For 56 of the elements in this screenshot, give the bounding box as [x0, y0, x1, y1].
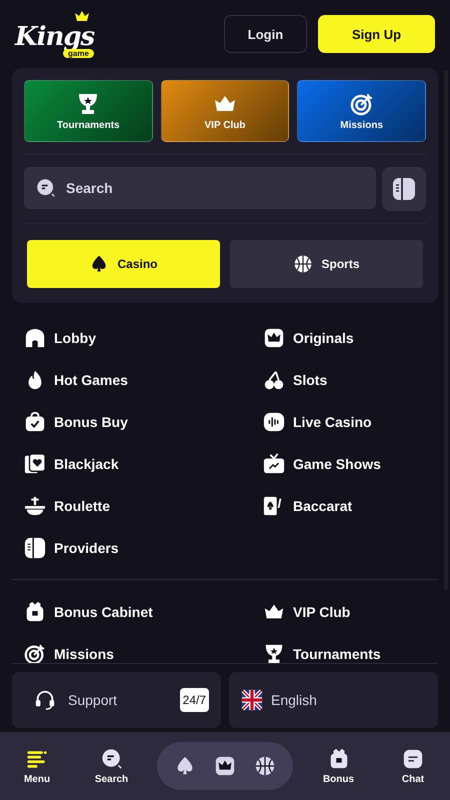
menu-item[interactable]: Blackjack [24, 443, 263, 485]
nav-button[interactable]: Chat [384, 748, 442, 784]
menu-item[interactable]: VIP Club [263, 591, 430, 633]
quick-link-tile[interactable]: VIP Club [160, 80, 290, 142]
menu-item[interactable]: Live Casino [263, 401, 430, 443]
trophy-icon [263, 643, 285, 663]
panel-icon [24, 537, 46, 559]
menu-item[interactable]: Missions [24, 633, 263, 663]
menu-item[interactable]: Baccarat [263, 485, 430, 527]
sports-shortcut[interactable] [254, 755, 276, 777]
menu-item[interactable]: Game Shows [263, 443, 430, 485]
panel-toggle-button[interactable] [382, 167, 426, 211]
login-button[interactable]: Login [224, 15, 307, 53]
search-icon [36, 178, 56, 198]
menu-item[interactable]: Bonus Cabinet [24, 591, 263, 633]
menu-item[interactable]: Tournaments [263, 633, 430, 663]
hours-badge: 24/7 [180, 688, 209, 712]
search-icon [100, 748, 122, 770]
signup-button[interactable]: Sign Up [318, 15, 435, 53]
nav-button[interactable]: Search [82, 748, 140, 784]
language-button[interactable]: English [229, 672, 438, 728]
roulette-icon [24, 495, 46, 517]
menu-item[interactable]: Bonus Buy [24, 401, 263, 443]
target-icon [24, 643, 46, 663]
chat-icon [402, 748, 424, 770]
bag-icon [24, 411, 46, 433]
tv-icon [263, 453, 285, 475]
menu-item[interactable]: Hot Games [24, 359, 263, 401]
search-field[interactable]: Search [24, 167, 376, 209]
quick-link-tile[interactable]: Missions [297, 80, 426, 142]
headset-icon [34, 689, 56, 711]
originals-shortcut[interactable] [214, 755, 236, 777]
menu-item[interactable]: Roulette [24, 485, 263, 527]
support-button[interactable]: Support 24/7 [12, 672, 221, 728]
ball-icon [293, 254, 314, 274]
quick-link-tile[interactable]: Tournaments [24, 80, 153, 142]
nav-button[interactable]: Bonus [310, 748, 368, 784]
cards-icon [24, 453, 46, 475]
menu-item[interactable]: Providers [24, 527, 263, 569]
menu-item[interactable]: Slots [263, 359, 430, 401]
menu-item[interactable]: Originals [263, 317, 430, 359]
crown-icon [263, 327, 285, 349]
nav-button[interactable]: Menu [8, 748, 66, 784]
logo[interactable]: Kings game [15, 10, 100, 58]
ball-icon [254, 755, 276, 777]
panel-icon [392, 177, 416, 201]
house-icon [24, 327, 46, 349]
flag-icon [241, 689, 263, 711]
crown-icon [214, 755, 236, 777]
gift-icon [24, 601, 46, 623]
waveform-icon [263, 411, 285, 433]
menu-item[interactable]: Lobby [24, 317, 263, 359]
mode-tab[interactable]: Casino [27, 240, 220, 288]
cherries-icon [263, 369, 285, 391]
target-icon [350, 92, 374, 116]
mode-tab[interactable]: Sports [230, 240, 423, 288]
